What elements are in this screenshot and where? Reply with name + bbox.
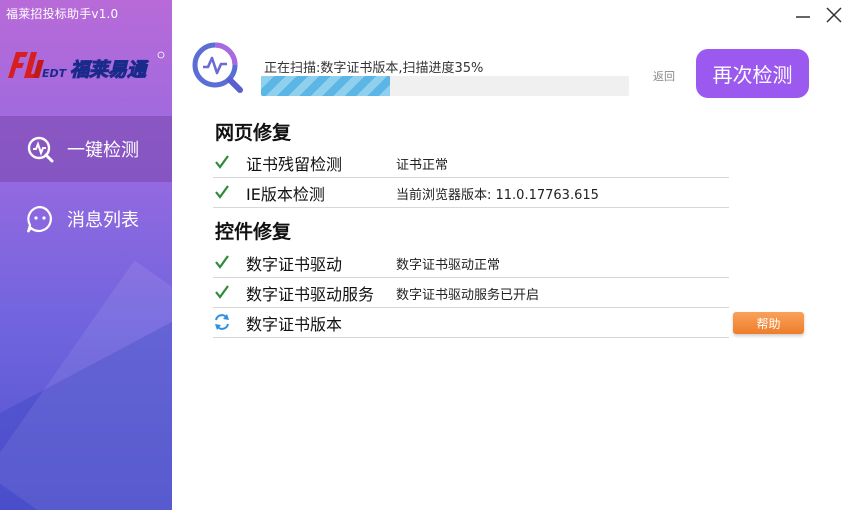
section-title-control-repair: 控件修复 <box>215 221 292 243</box>
scan-status-text: 正在扫描:数字证书版本,扫描进度35% <box>264 61 484 76</box>
sidebar-item-message-list[interactable]: 消息列表 <box>0 186 172 252</box>
sidebar-item-label: 一键检测 <box>67 140 139 161</box>
section-title-web-repair: 网页修复 <box>215 122 292 144</box>
recheck-button[interactable]: 再次检测 <box>696 49 809 98</box>
message-bubble-icon <box>26 205 52 233</box>
help-button[interactable]: 帮助 <box>733 312 804 334</box>
scan-search-icon <box>192 42 243 93</box>
check-item-name: 数字证书版本 <box>246 315 343 334</box>
logo-edt-text: EDT <box>42 67 68 80</box>
scan-progress-bar <box>261 76 629 96</box>
close-icon[interactable] <box>825 6 843 24</box>
check-item-result: 当前浏览器版本: 11.0.17763.615 <box>396 188 599 203</box>
check-icon <box>215 255 229 269</box>
scan-progress-fill <box>261 76 390 96</box>
check-icon <box>215 285 229 299</box>
check-icon <box>215 185 229 199</box>
app-title: 福莱招投标助手v1.0 <box>6 7 119 21</box>
check-icon <box>215 155 229 169</box>
check-item-name: IE版本检测 <box>246 185 325 204</box>
check-item-result: 数字证书驱动服务已开启 <box>396 288 540 303</box>
check-row: 证书残留检测 证书正常 <box>213 147 729 178</box>
pulse-search-icon <box>27 136 54 163</box>
check-row: 数字证书驱动服务 数字证书驱动服务已开启 <box>213 277 729 308</box>
refresh-icon <box>215 314 229 330</box>
sidebar-item-label: 消息列表 <box>67 210 139 231</box>
logo-cn-text: 福莱易通 <box>70 59 149 81</box>
check-item-result: 证书正常 <box>396 158 449 173</box>
check-row: 数字证书版本 <box>213 307 729 338</box>
check-item-name: 证书残留检测 <box>246 155 343 174</box>
minimize-icon[interactable] <box>794 6 812 24</box>
sidebar: 福莱招投标助手v1.0 EDT 福莱易通 一键检测 消息列表 <box>0 0 172 510</box>
back-link[interactable]: 返回 <box>653 68 675 84</box>
sidebar-item-one-click-check[interactable]: 一键检测 <box>0 116 172 182</box>
brand-logo: EDT 福莱易通 <box>8 51 165 82</box>
check-item-name: 数字证书驱动服务 <box>246 285 375 304</box>
check-item-result: 数字证书驱动正常 <box>396 258 501 273</box>
check-row: IE版本检测 当前浏览器版本: 11.0.17763.615 <box>213 177 729 208</box>
check-row: 数字证书驱动 数字证书驱动正常 <box>213 247 729 278</box>
check-item-name: 数字证书驱动 <box>246 255 343 274</box>
